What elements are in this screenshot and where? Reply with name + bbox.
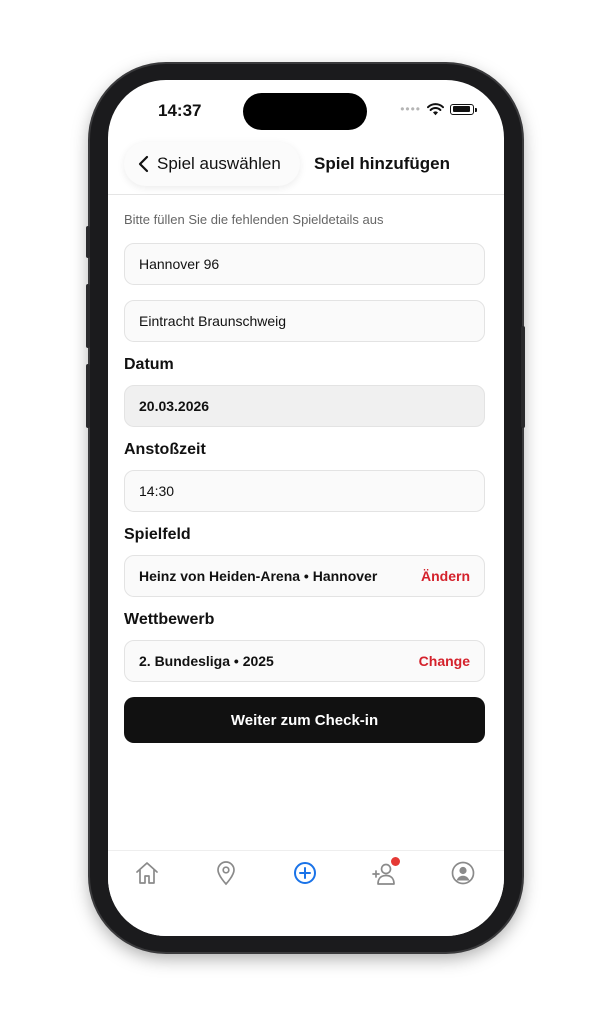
- back-button[interactable]: Spiel auswählen: [124, 142, 300, 186]
- date-field[interactable]: 20.03.2026: [124, 385, 485, 427]
- wifi-icon: [427, 102, 444, 115]
- status-icons: ••••: [400, 102, 477, 116]
- page-title: Spiel hinzufügen: [314, 154, 450, 173]
- add-circle-icon: [294, 862, 316, 884]
- home-team-field[interactable]: Hannover 96: [124, 243, 485, 285]
- chevron-left-icon: [138, 155, 149, 173]
- tab-add-game[interactable]: [291, 859, 319, 887]
- status-time: 14:37: [158, 101, 202, 120]
- venue-change-link[interactable]: Ändern: [421, 568, 470, 584]
- form-content: Bitte füllen Sie die fehlenden Spieldeta…: [124, 212, 485, 743]
- battery-icon: [450, 103, 477, 115]
- kickoff-label: Anstoßzeit: [124, 441, 206, 458]
- cellular-signal-icon: ••••: [400, 102, 421, 116]
- dynamic-island: [243, 93, 367, 130]
- volume-down-button: [86, 364, 90, 428]
- nav-header: Spiel auswählen Spiel hinzufügen: [108, 136, 504, 195]
- volume-up-button: [86, 284, 90, 348]
- kickoff-field[interactable]: 14:30: [124, 470, 485, 512]
- form-hint: Bitte füllen Sie die fehlenden Spieldeta…: [124, 212, 384, 227]
- power-button: [521, 326, 525, 428]
- phone-screen: 14:37 •••• Spiel auswählen Spiel hinzufü…: [108, 80, 504, 936]
- profile-icon: [451, 861, 475, 885]
- competition-change-link[interactable]: Change: [419, 653, 470, 669]
- notification-badge: [391, 857, 400, 866]
- venue-field: Heinz von Heiden-Arena • Hannover Ändern: [124, 555, 485, 597]
- tab-home[interactable]: [133, 859, 161, 887]
- competition-value: 2. Bundesliga • 2025: [139, 653, 274, 669]
- map-pin-icon: [217, 861, 235, 886]
- home-icon: [136, 862, 158, 884]
- tab-profile[interactable]: [449, 859, 477, 887]
- competition-label: Wettbewerb: [124, 611, 215, 628]
- venue-label: Spielfeld: [124, 526, 191, 543]
- silent-switch: [86, 226, 90, 258]
- date-label: Datum: [124, 356, 174, 373]
- tab-bar: [108, 850, 504, 936]
- tab-map[interactable]: [212, 859, 240, 887]
- away-team-field[interactable]: Eintracht Braunschweig: [124, 300, 485, 342]
- venue-value: Heinz von Heiden-Arena • Hannover: [139, 568, 378, 584]
- competition-field: 2. Bundesliga • 2025 Change: [124, 640, 485, 682]
- continue-to-checkin-button[interactable]: Weiter zum Check-in: [124, 697, 485, 743]
- back-button-label: Spiel auswählen: [157, 154, 281, 173]
- tab-friends[interactable]: [370, 857, 400, 887]
